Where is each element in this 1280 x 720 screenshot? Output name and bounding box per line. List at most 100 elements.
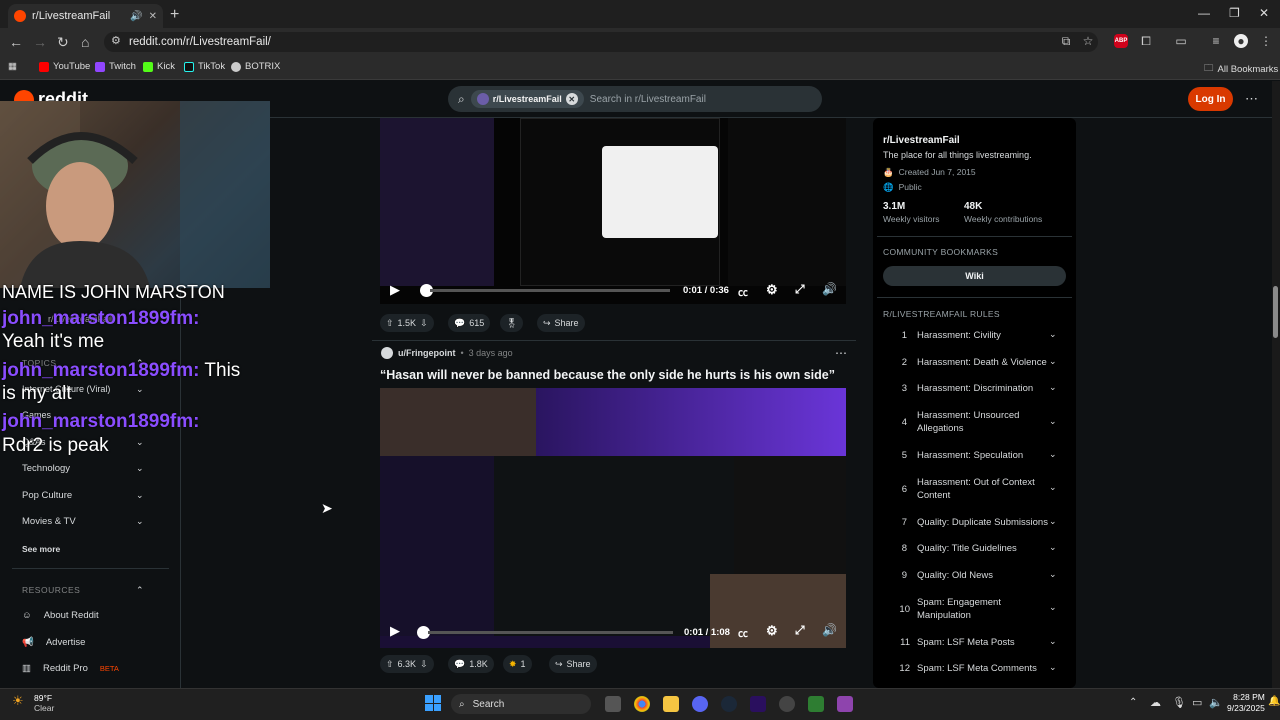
user-avatar[interactable] xyxy=(381,347,393,359)
browser-tab[interactable]: r/LivestreamFail 🔊 ✕ xyxy=(8,4,163,28)
chevron-down-icon[interactable]: ⌄ xyxy=(1049,662,1057,673)
post-2-comments-button[interactable]: 💬 1.8K xyxy=(448,655,494,673)
rule-item[interactable]: 8 Quality: Title Guidelines xyxy=(897,542,1057,555)
app-icon[interactable] xyxy=(837,696,853,712)
chevron-down-icon[interactable]: ⌄ xyxy=(1049,416,1057,427)
discord-icon[interactable] xyxy=(692,696,708,712)
window-close-icon[interactable]: ✕ xyxy=(1259,6,1269,20)
captions-icon[interactable]: ㏄ xyxy=(738,284,748,299)
post-2-award-button[interactable]: ✸ 1 xyxy=(503,655,532,673)
bookmark-youtube[interactable]: YouTube xyxy=(39,61,90,72)
bookmark-twitch[interactable]: Twitch xyxy=(95,61,136,72)
obs-icon[interactable] xyxy=(779,696,795,712)
rule-item[interactable]: 7 Quality: Duplicate Submissions xyxy=(897,516,1057,529)
post-1-award-button[interactable]: 🎖 xyxy=(500,314,524,332)
rule-item[interactable]: 3 Harassment: Discrimination xyxy=(897,382,1057,395)
chevron-down-icon[interactable]: ⌄ xyxy=(1049,382,1057,393)
fullscreen-icon[interactable]: ⤢ xyxy=(795,623,805,638)
post-1-vote[interactable]: ⇧ 1.5K ⇩ xyxy=(380,314,434,332)
volume-icon[interactable]: 🔊 xyxy=(822,623,837,637)
sidebar-topic-pop-culture[interactable]: Pop Culture xyxy=(22,490,72,501)
sidebar-reddit-pro[interactable]: ▥ Reddit Pro BETA xyxy=(22,663,119,674)
bookmark-kick[interactable]: Kick xyxy=(143,61,175,72)
weather-icon[interactable]: ☀ xyxy=(12,693,24,709)
rule-item[interactable]: 11 Spam: LSF Meta Posts xyxy=(897,636,1057,649)
rule-item[interactable]: 6 Harassment: Out of Context Content xyxy=(897,476,1057,502)
rule-item[interactable]: 4 Harassment: Unsourced Allegations xyxy=(897,409,1057,435)
site-info-icon[interactable]: ⚙ xyxy=(111,34,121,47)
notifications-icon[interactable]: 🔔 xyxy=(1268,696,1280,707)
rule-item[interactable]: 5 Harassment: Speculation xyxy=(897,449,1057,462)
chevron-down-icon[interactable]: ⌄ xyxy=(1049,542,1057,553)
settings-gear-icon[interactable]: ⚙ xyxy=(766,282,778,298)
volume-icon[interactable]: 🔊 xyxy=(822,282,837,296)
tray-overflow-icon[interactable]: ⌃ xyxy=(1129,697,1137,708)
bookmark-tiktok[interactable]: TikTok xyxy=(184,61,225,72)
chevron-down-icon[interactable]: ⌄ xyxy=(136,437,144,448)
reload-icon[interactable]: ↻ xyxy=(57,34,69,51)
extensions-icon[interactable]: ⧠ xyxy=(1139,34,1153,48)
sidebar-topic-technology[interactable]: Technology xyxy=(22,463,70,474)
subreddit-search-chip[interactable]: r/LivestreamFail ✕ xyxy=(470,90,584,108)
rule-item[interactable]: 1 Harassment: Civility xyxy=(897,329,1057,342)
sidebar-topic-movies-tv[interactable]: Movies & TV xyxy=(22,516,76,527)
play-icon[interactable]: ▶ xyxy=(390,623,400,639)
tab-mute-icon[interactable]: 🔊 xyxy=(130,11,142,22)
home-icon[interactable]: ⌂ xyxy=(81,34,89,50)
tab-close-icon[interactable]: ✕ xyxy=(149,11,157,22)
post-1-share-button[interactable]: ↪ Share xyxy=(537,314,585,332)
chevron-down-icon[interactable]: ⌄ xyxy=(136,463,144,474)
url-field[interactable]: reddit.com/r/LivestreamFail/ xyxy=(104,32,1098,52)
premiere-icon[interactable] xyxy=(750,696,766,712)
downvote-icon[interactable]: ⇩ xyxy=(420,659,428,670)
search-bar[interactable]: ⌕ r/LivestreamFail ✕ Search in r/Livestr… xyxy=(448,86,822,112)
task-view-icon[interactable] xyxy=(605,696,621,712)
chevron-down-icon[interactable]: ⌄ xyxy=(136,384,144,395)
browser-menu-icon[interactable]: ⋮ xyxy=(1259,34,1273,48)
chevron-down-icon[interactable]: ⌄ xyxy=(1049,602,1057,613)
display-icon[interactable]: ▭ xyxy=(1192,696,1202,709)
split-view-icon[interactable]: ▭ xyxy=(1174,34,1188,48)
tray-app-icon[interactable]: ☁ xyxy=(1150,696,1161,709)
back-icon[interactable]: ← xyxy=(9,34,23,50)
media-controls-icon[interactable]: ≡ xyxy=(1209,34,1223,48)
adblock-extension-icon[interactable]: ABP xyxy=(1114,34,1128,48)
chevron-down-icon[interactable]: ⌄ xyxy=(1049,482,1057,493)
new-tab-icon[interactable]: + xyxy=(170,6,179,24)
maximize-icon[interactable]: ❐ xyxy=(1229,6,1240,20)
wiki-button[interactable]: Wiki xyxy=(883,266,1066,286)
post-1-comments-button[interactable]: 💬 615 xyxy=(448,314,491,332)
taskbar-search[interactable]: ⌕ Search xyxy=(451,694,591,714)
file-explorer-icon[interactable] xyxy=(663,696,679,712)
more-options-icon[interactable]: ⋯ xyxy=(1245,91,1258,107)
all-bookmarks-button[interactable]: 🗀 All Bookmarks xyxy=(1204,61,1278,77)
play-icon[interactable]: ▶ xyxy=(390,282,400,298)
clear-chip-icon[interactable]: ✕ xyxy=(565,93,578,105)
chrome-icon[interactable] xyxy=(634,696,650,712)
post-2-share-button[interactable]: ↪ Share xyxy=(549,655,597,673)
post-2-title[interactable]: “Hasan will never be banned because the … xyxy=(380,368,835,382)
upvote-icon[interactable]: ⇧ xyxy=(386,318,394,329)
forward-icon[interactable]: → xyxy=(33,34,47,50)
downvote-icon[interactable]: ⇩ xyxy=(420,318,428,329)
rule-item[interactable]: 2 Harassment: Death & Violence xyxy=(897,356,1057,369)
chevron-down-icon[interactable]: ⌄ xyxy=(1049,329,1057,340)
resources-collapse-icon[interactable]: ⌃ xyxy=(136,585,144,596)
windows-start-icon[interactable] xyxy=(425,695,441,711)
steam-icon[interactable] xyxy=(721,696,737,712)
see-more-button[interactable]: See more xyxy=(22,544,60,554)
chevron-down-icon[interactable]: ⌄ xyxy=(1049,356,1057,367)
fullscreen-icon[interactable]: ⤢ xyxy=(795,282,805,297)
bookmark-botrix[interactable]: BOTRIX xyxy=(231,61,280,72)
login-button[interactable]: Log In xyxy=(1188,87,1233,111)
speaker-icon[interactable]: 🔈 xyxy=(1209,696,1223,709)
weather-widget[interactable]: 89°F Clear xyxy=(34,693,54,713)
chevron-down-icon[interactable]: ⌄ xyxy=(1049,636,1057,647)
post-1-video[interactable] xyxy=(380,118,846,304)
apps-grid-icon[interactable]: ▦ xyxy=(8,61,17,72)
post-2-vote[interactable]: ⇧ 6.3K ⇩ xyxy=(380,655,434,673)
page-scrollbar[interactable] xyxy=(1272,81,1280,688)
profile-avatar-icon[interactable]: ● xyxy=(1234,34,1248,48)
chevron-down-icon[interactable]: ⌄ xyxy=(1049,516,1057,527)
seek-bar[interactable] xyxy=(430,289,670,292)
